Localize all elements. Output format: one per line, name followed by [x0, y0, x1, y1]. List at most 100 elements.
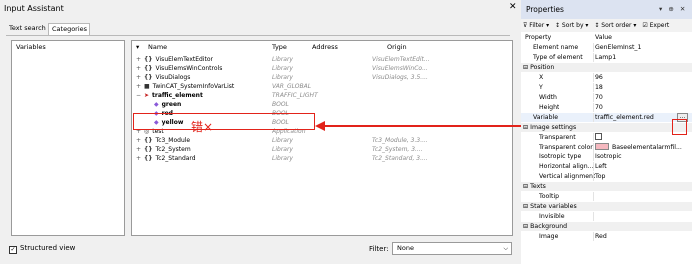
property-row[interactable]: Transparent [521, 133, 692, 142]
expand-icon[interactable]: + [136, 64, 141, 73]
input-assistant-dialog: Input Assistant ✕ Text search Categories… [0, 0, 521, 264]
tree-row[interactable]: +{} Tc2_Standard Library Tc2_Standard, 3...… [132, 154, 512, 163]
property-name: ⊟ Background [523, 223, 568, 230]
column-origin[interactable]: Origin [387, 43, 407, 51]
properties-toolbar: ⊽ Filter ▾ ↕ Sort by ▾ ↕ Sort order ▾ ☑ … [521, 19, 692, 32]
property-value[interactable]: Top [595, 172, 690, 181]
expand-icon[interactable]: + [136, 82, 141, 91]
property-value[interactable] [595, 192, 690, 201]
color-swatch[interactable] [595, 143, 609, 150]
tree-row-type: Library [272, 74, 293, 81]
property-value[interactable]: Left [595, 162, 690, 171]
expand-icon[interactable]: + [136, 154, 141, 163]
property-row[interactable]: Image Red [521, 232, 692, 241]
tree-row[interactable]: − ➤ traffic_element TRAFFIC_LIGHT [132, 91, 512, 100]
property-row[interactable]: Type of element Lamp1 [521, 53, 692, 62]
property-value[interactable] [595, 212, 690, 221]
property-row[interactable]: Invisible [521, 212, 692, 221]
checkbox-checked-icon[interactable]: ✓ [9, 246, 17, 254]
property-category[interactable]: ⊟ State variables [521, 202, 692, 211]
expand-icon[interactable]: + [136, 73, 141, 82]
property-category[interactable]: ⊟ Texts [521, 182, 692, 191]
transparent-checkbox[interactable] [595, 133, 602, 140]
tree-row[interactable]: +{} VisuElemsWinControls Library VisuElemsW… [132, 64, 512, 73]
tree-row[interactable]: +{} Tc2_System Library Tc2_System, 3.... [132, 145, 512, 154]
property-name: Isotropic type [539, 153, 582, 160]
library-icon: {} [144, 74, 153, 81]
property-row[interactable]: Width 70 [521, 93, 692, 102]
property-row[interactable]: Horizontal align... Left [521, 162, 692, 171]
collapse-all-icon[interactable]: ▾ [136, 43, 139, 51]
expert-toggle[interactable]: ☑ Expert [642, 22, 669, 29]
property-name: ⊟ Image settings [523, 124, 577, 131]
property-category[interactable]: ⊟ Position [521, 63, 692, 72]
tree-row-type: Library [272, 137, 293, 144]
property-value[interactable]: Baseelementalarmfil... [595, 143, 690, 152]
tree-row[interactable]: +{} VisuDialogs Library VisuDialogs, 3.5...… [132, 73, 512, 82]
structured-view-checkbox[interactable]: ✓ Structured view [9, 244, 75, 254]
property-name: Invisible [539, 213, 565, 220]
property-row[interactable]: Y 18 [521, 83, 692, 92]
column-divider [593, 172, 594, 181]
property-name: Vertical alignment [539, 173, 596, 180]
tree-row[interactable]: + ■ TwinCAT_SystemInfoVarList VAR_GLOBAL [132, 82, 512, 91]
property-value[interactable]: Isotropic [595, 152, 690, 161]
expand-icon[interactable]: + [136, 136, 141, 145]
column-name[interactable]: Name [148, 43, 167, 51]
property-value-text: 70 [595, 104, 603, 111]
property-value[interactable]: Lamp1 [595, 53, 690, 62]
tree-row-origin [372, 100, 502, 109]
sort-by-button[interactable]: ↕ Sort by ▾ [555, 22, 588, 29]
tree-row-label: traffic_element [152, 92, 203, 99]
tree-row[interactable]: +{} VisuElemTextEditor Library VisuElemText… [132, 55, 512, 64]
sort-order-button[interactable]: ↕ Sort order ▾ [594, 22, 636, 29]
tree-row[interactable]: +{} Tc3_Module Library Tc3_Module, 3.3.... [132, 136, 512, 145]
property-row[interactable]: Element name GenElemInst_1 [521, 43, 692, 52]
header-property: Property [525, 34, 552, 41]
property-value[interactable]: 96 [595, 73, 690, 82]
tree-row-type: Library [272, 146, 293, 153]
tree-row-label: Tc2_Standard [155, 155, 196, 162]
property-value[interactable]: 18 [595, 83, 690, 92]
property-row[interactable]: Isotropic type Isotropic [521, 152, 692, 161]
filter-dropdown[interactable]: None ⌵ [392, 242, 512, 255]
column-address[interactable]: Address [312, 43, 338, 51]
column-divider [593, 143, 594, 152]
column-divider [593, 133, 594, 142]
property-row[interactable]: Height 70 [521, 103, 692, 112]
tree-row-label: Tc2_System [155, 146, 191, 153]
column-type[interactable]: Type [272, 43, 287, 51]
error-annotation: 错× [191, 120, 214, 134]
variable-tree[interactable]: ▾ Name Type Address Origin +{} VisuElemTe… [131, 40, 513, 236]
property-row[interactable]: Vertical alignment Top [521, 172, 692, 181]
categories-list[interactable]: Variables [11, 40, 125, 236]
column-divider [593, 192, 594, 201]
tree-row-type: Library [272, 155, 293, 162]
property-name: Transparent [539, 134, 576, 141]
expand-icon[interactable]: + [136, 145, 141, 154]
property-name: Y [539, 84, 543, 91]
properties-title: Properties [526, 5, 564, 14]
property-row[interactable]: X 96 [521, 73, 692, 82]
column-divider [593, 83, 594, 92]
property-value[interactable]: 70 [595, 93, 690, 102]
tree-row[interactable]: ◆ green BOOL [132, 100, 512, 109]
property-category[interactable]: ⊟ Background [521, 222, 692, 231]
tab-text-search[interactable]: Text search [6, 23, 47, 35]
filter-button[interactable]: ⊽ Filter ▾ [523, 22, 549, 29]
panel-controls[interactable]: ▾ ⊕ ✕ [659, 5, 687, 13]
expand-icon[interactable]: + [136, 55, 141, 64]
property-value[interactable]: 70 [595, 103, 690, 112]
close-icon[interactable]: ✕ [509, 2, 517, 12]
property-value[interactable]: GenElemInst_1 [595, 43, 690, 52]
property-value[interactable]: Red [595, 232, 690, 241]
collapse-icon[interactable]: − [136, 91, 141, 100]
highlight-box-ellipsis [672, 119, 687, 135]
property-category[interactable]: ⊟ Image settings [521, 123, 692, 132]
tab-categories[interactable]: Categories [48, 23, 90, 35]
property-row[interactable]: Variable traffic_element.red... [521, 113, 692, 122]
property-row[interactable]: Transparent color Baseelementalarmfil... [521, 143, 692, 152]
property-row[interactable]: Tooltip [521, 192, 692, 201]
category-variables[interactable]: Variables [16, 43, 46, 51]
property-name: Transparent color [539, 144, 593, 151]
